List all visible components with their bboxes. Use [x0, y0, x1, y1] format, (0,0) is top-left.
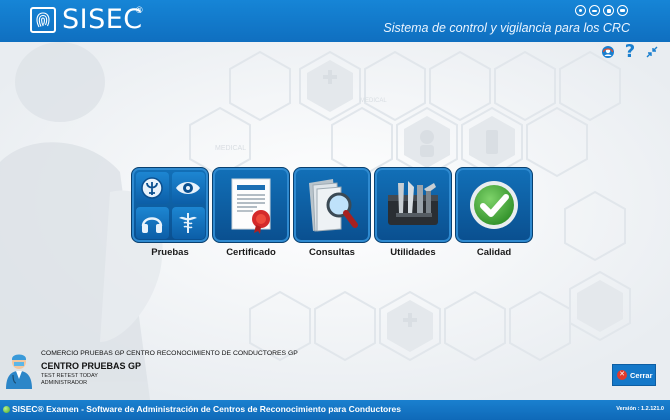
main-menu-tiles: Pruebas Certificado Consultas Utilidades…: [131, 167, 533, 258]
stethoscope-icon: [589, 5, 600, 16]
eye-icon: [171, 171, 205, 204]
support-icon[interactable]: [600, 44, 616, 60]
headphones-icon: [135, 206, 169, 239]
version-label: Versión : 1.2.121.0: [616, 406, 664, 412]
doctor-avatar-icon: [4, 353, 34, 389]
help-icon[interactable]: ?: [622, 41, 638, 62]
psychology-icon: [135, 171, 169, 204]
tile-label: Pruebas: [151, 247, 189, 258]
search-folder-icon: [293, 167, 371, 243]
toolbar-top-right: ?: [600, 41, 660, 62]
lock-icon: [603, 5, 614, 16]
tile-calidad[interactable]: Calidad: [455, 167, 533, 258]
app-tagline: Sistema de control y vigilancia para los…: [383, 21, 630, 35]
monitor-icon: [617, 5, 628, 16]
close-icon: ✕: [617, 370, 627, 380]
tile-label: Utilidades: [390, 247, 436, 258]
company-name: COMERCIO PRUEBAS GP CENTRO RECONOCIMIENT…: [41, 350, 298, 357]
svg-text:MEDICAL: MEDICAL: [215, 145, 246, 152]
close-button[interactable]: ✕ Cerrar: [612, 364, 656, 386]
user-role: ADMINISTRADOR: [41, 380, 88, 386]
app-header: SISEC ® Sistema de control y vigilancia …: [0, 0, 670, 42]
svg-text:MEDICAL: MEDICAL: [360, 98, 387, 104]
tools-icon: [374, 167, 452, 243]
tile-label: Calidad: [476, 247, 512, 258]
tile-certificado[interactable]: Certificado: [212, 167, 290, 258]
caduceus-icon: [171, 206, 205, 239]
user-name: TEST RETEST TODAY: [41, 373, 98, 379]
registered-mark: ®: [136, 5, 143, 15]
status-indicator-icon: [3, 406, 10, 413]
app-name: SISEC: [62, 4, 143, 35]
center-name: CENTRO PRUEBAS GP: [41, 361, 142, 371]
tile-label: Certificado: [226, 247, 276, 258]
fingerprint-logo-icon: [30, 7, 56, 33]
header-icon-group: [575, 5, 628, 16]
help-glyph: ?: [624, 41, 636, 62]
certificate-icon: [212, 167, 290, 243]
tile-label: Consultas: [309, 247, 355, 258]
check-circle-icon: [455, 167, 533, 243]
close-button-label: Cerrar: [630, 370, 653, 380]
tests-grid-icon: [131, 167, 209, 243]
status-bar: SISEC® Examen - Software de Administraci…: [0, 400, 670, 420]
compact-disc-icon: [575, 5, 586, 16]
tile-pruebas[interactable]: Pruebas: [131, 167, 209, 258]
status-text: SISEC® Examen - Software de Administraci…: [12, 404, 401, 414]
collapse-icon[interactable]: [644, 44, 660, 60]
tile-consultas[interactable]: Consultas: [293, 167, 371, 258]
tile-utilidades[interactable]: Utilidades: [374, 167, 452, 258]
